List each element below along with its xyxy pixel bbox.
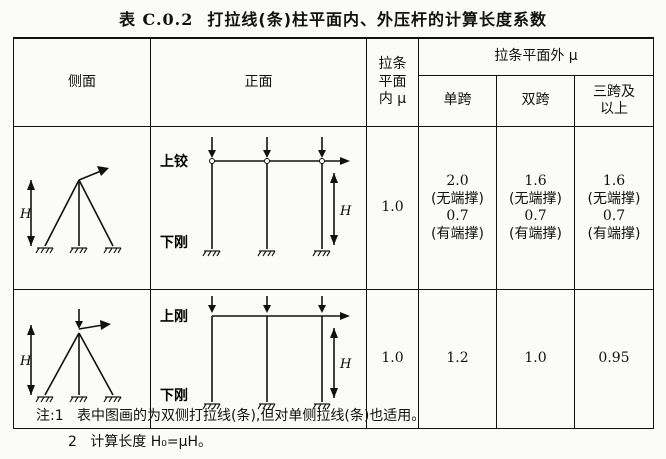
- header-triple-line2: 以上: [600, 101, 629, 117]
- row1-side-diagram: H: [13, 126, 151, 290]
- header-out-plane: 拉条平面外 μ: [417, 37, 655, 76]
- header-in-plane: 拉条 平面 内 μ: [366, 37, 419, 127]
- header-single-span: 单跨: [418, 75, 497, 127]
- row1-in-plane-mu: 1.0: [366, 126, 419, 290]
- value: 0.7: [602, 208, 626, 224]
- note-1-text: 表中图画的为双侧打拉线(条),但对单侧拉线(条)也适用。: [76, 408, 426, 424]
- table-caption: 打拉线(条)柱平面内、外压杆的计算长度系数: [207, 10, 548, 29]
- note-2-prefix: 2: [68, 434, 77, 450]
- table-id: 表 C.0.2: [118, 10, 194, 29]
- side-view-diagram-2: H: [19, 309, 122, 403]
- value: 0.7: [524, 208, 547, 224]
- note: (无端撑): [431, 190, 484, 207]
- header-in-plane-line1: 拉条: [378, 56, 407, 73]
- note: (无端撑): [509, 190, 562, 207]
- row1-double-span: 1.6 (无端撑) 0.7 (有端撑): [496, 126, 575, 290]
- value: 2.0: [446, 173, 469, 189]
- table-notes: 注:1 表中图画的为双侧打拉线(条),但对单侧拉线(条)也适用。 2 计算长度 …: [36, 403, 425, 455]
- front-view-diagram-1: 上铰 下刚 H: [160, 137, 352, 257]
- note: (无端撑): [587, 190, 641, 207]
- value: 1.6: [524, 173, 547, 189]
- h-label: H: [19, 207, 32, 222]
- header-triple-line1: 三跨及: [593, 83, 636, 100]
- note-1-prefix: 注:1: [36, 408, 64, 424]
- side-view-diagram-1: H: [19, 166, 122, 254]
- value: 0.7: [446, 208, 469, 224]
- row1-front-diagram: 上铰 下刚 H: [150, 126, 367, 290]
- note-1: 注:1 表中图画的为双侧打拉线(条),但对单侧拉线(条)也适用。: [36, 403, 425, 429]
- table-title: 表 C.0.2 打拉线(条)柱平面内、外压杆的计算长度系数: [0, 6, 666, 30]
- value: 1.6: [602, 173, 626, 189]
- header-front: 正面: [150, 37, 367, 127]
- row2-double-span: 1.0: [496, 289, 575, 429]
- header-in-plane-line3: 内 μ: [378, 91, 407, 108]
- header-side: 侧面: [13, 37, 151, 127]
- note-2: 2 计算长度 H₀=μH。: [36, 429, 425, 455]
- note: (有端撑): [431, 225, 484, 242]
- note: (有端撑): [509, 225, 562, 242]
- row2-triple-span: 0.95: [573, 289, 655, 429]
- coefficient-table: 侧面 正面 拉条 平面 内 μ 拉条平面外 μ 单跨 双跨 三跨及 以上 H 上…: [13, 37, 655, 429]
- top-joint-label: 上铰: [160, 153, 188, 170]
- row1-triple-span: 1.6 (无端撑) 0.7 (有端撑): [573, 126, 655, 290]
- note: (有端撑): [587, 225, 641, 242]
- h-label: H: [19, 354, 32, 369]
- row2-single-span: 1.2: [418, 289, 497, 429]
- header-double-span: 双跨: [496, 75, 575, 127]
- note-2-text: 计算长度 H₀=μH。: [90, 434, 213, 450]
- header-in-plane-line2: 平面: [378, 73, 407, 90]
- bottom-joint-label: 下刚: [160, 235, 188, 251]
- top-joint-label: 上刚: [160, 309, 188, 325]
- bottom-joint-label: 下刚: [160, 388, 188, 404]
- h-label: H: [339, 357, 352, 372]
- header-triple-span: 三跨及 以上: [573, 75, 655, 127]
- row1-single-span: 2.0 (无端撑) 0.7 (有端撑): [418, 126, 497, 290]
- h-label: H: [339, 204, 352, 219]
